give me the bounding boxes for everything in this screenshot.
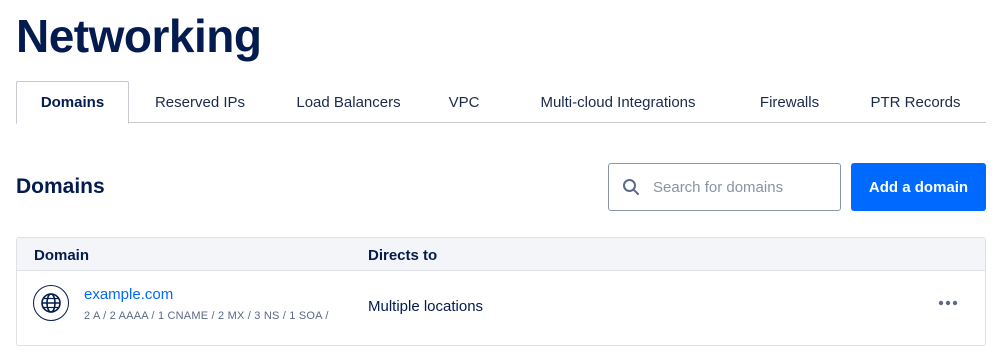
tab-load-balancers[interactable]: Load Balancers [271,81,426,123]
tab-reserved-ips[interactable]: Reserved IPs [129,81,271,123]
globe-icon [33,285,69,321]
domain-link[interactable]: example.com [84,286,173,303]
directs-to-value: Multiple locations [368,298,484,315]
table-header: Domain Directs to [17,238,985,271]
page-title: Networking [16,10,262,62]
search-icon [609,164,653,210]
table-row[interactable]: example.com 2 A / 2 AAAA / 1 CNAME / 2 M… [17,271,985,345]
column-header-domain[interactable]: Domain [34,247,89,264]
tab-ptr-records[interactable]: PTR Records [845,81,986,123]
section-title: Domains [16,175,105,198]
tab-firewalls[interactable]: Firewalls [734,81,845,123]
add-domain-button[interactable]: Add a domain [851,163,986,211]
search-box[interactable] [608,163,841,211]
tab-multi-cloud-integrations[interactable]: Multi-cloud Integrations [502,81,734,123]
record-summary: 2 A / 2 AAAA / 1 CNAME / 2 MX / 3 NS / 1… [84,310,329,322]
column-header-directs-to[interactable]: Directs to [368,247,437,264]
search-input[interactable] [653,178,833,196]
tab-domains[interactable]: Domains [16,81,129,124]
domains-table: Domain Directs to example.com 2 A / 2 AA… [16,237,986,346]
tab-vpc[interactable]: VPC [426,81,502,123]
tab-bar: Domains Reserved IPs Load Balancers VPC … [16,81,986,124]
more-icon[interactable] [935,293,961,313]
